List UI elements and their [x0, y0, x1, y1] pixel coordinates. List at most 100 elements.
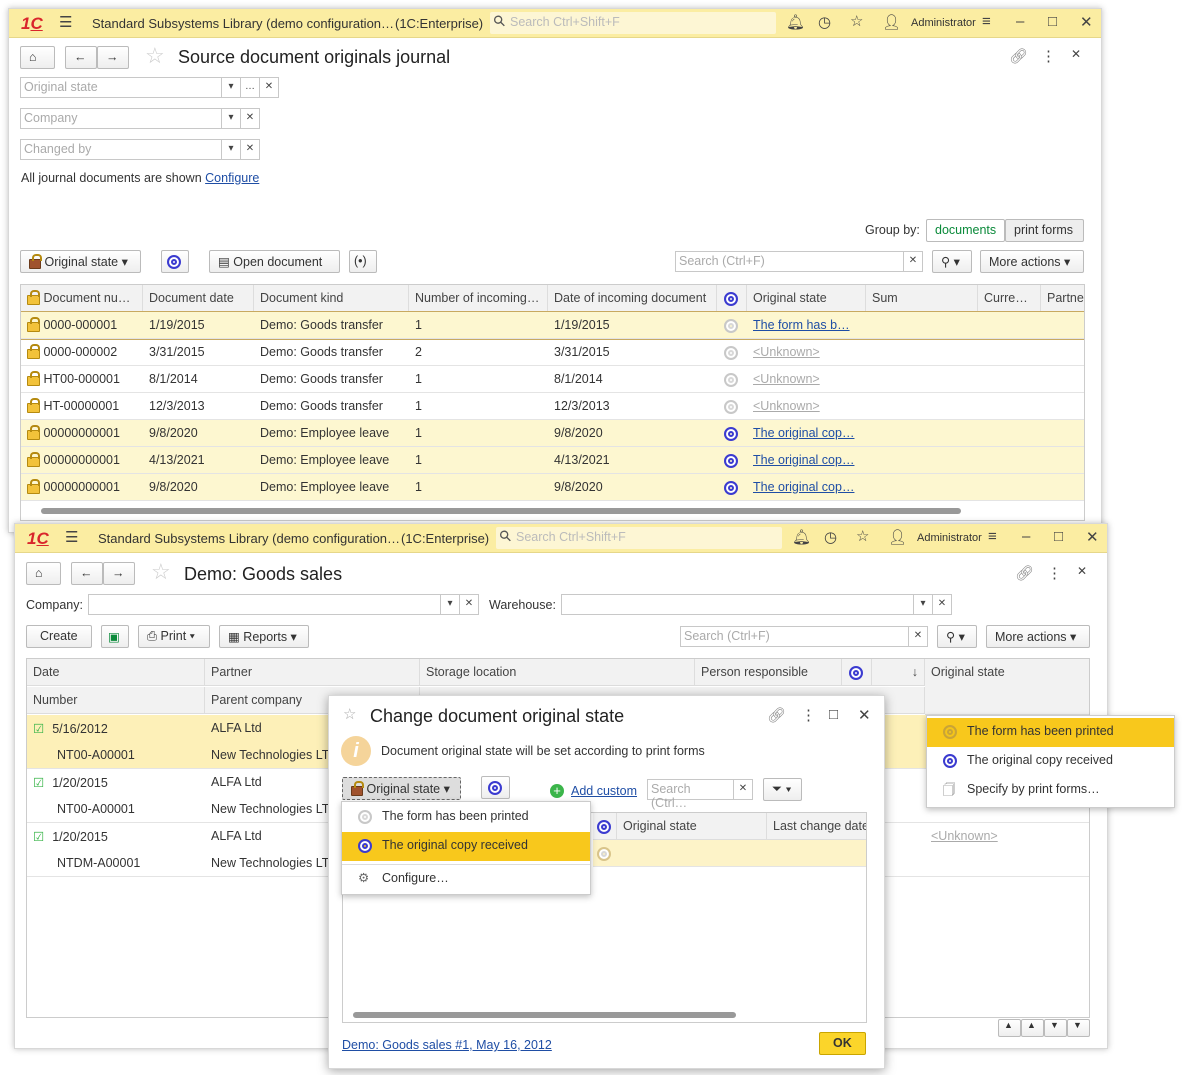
minimize-icon[interactable]: –: [1016, 13, 1024, 30]
original-state-filter[interactable]: Original state: [20, 77, 222, 98]
clear-search-button[interactable]: ✕: [903, 251, 923, 272]
search-input[interactable]: Search (Ctrl+F): [680, 626, 909, 647]
original-state-link[interactable]: The original cop…: [753, 426, 854, 440]
settings-icon[interactable]: ≡: [982, 13, 991, 30]
link-icon[interactable]: 🔗︎: [767, 706, 786, 724]
scan-button[interactable]: (•): [349, 250, 377, 273]
close-form-icon[interactable]: ✕: [1071, 47, 1081, 61]
dropdown-button[interactable]: ▾: [440, 594, 460, 615]
favorite-star-icon[interactable]: ☆: [343, 705, 356, 723]
column-header[interactable]: Number: [27, 687, 205, 714]
user-name[interactable]: Administrator: [911, 17, 976, 29]
clear-button[interactable]: ✕: [932, 594, 952, 615]
column-header[interactable]: Document date: [143, 285, 254, 312]
column-header-original-state[interactable]: Original state: [617, 813, 767, 840]
dialog-search-input[interactable]: Search (Ctrl…: [647, 779, 734, 810]
close-icon[interactable]: ✕: [858, 706, 871, 724]
original-state-link[interactable]: <Unknown>: [753, 399, 820, 413]
table-row[interactable]: 0000-000001 1/19/2015 Demo: Goods transfer…: [21, 311, 1084, 340]
column-header[interactable]: Original state: [925, 659, 1089, 715]
changed-by-filter[interactable]: Changed by: [20, 139, 222, 160]
search-button[interactable]: ⚲ ▾: [932, 250, 972, 273]
back-button[interactable]: ←: [71, 562, 103, 585]
table-row[interactable]: 0000-000002 3/31/2015 Demo: Goods transfer…: [21, 339, 1084, 366]
configure-link[interactable]: Configure: [205, 171, 259, 185]
menu-item[interactable]: The original copy received: [927, 747, 1174, 776]
search-input[interactable]: Search (Ctrl+F): [675, 251, 904, 272]
document-link[interactable]: Demo: Goods sales #1, May 16, 2012: [342, 1038, 552, 1052]
group-by-print-forms[interactable]: print forms: [1005, 219, 1084, 242]
table-row[interactable]: [593, 840, 866, 867]
home-button[interactable]: ⌂: [26, 562, 61, 585]
filter-button[interactable]: ⏷ ▾: [763, 778, 802, 801]
scroll-top-button[interactable]: ▲: [998, 1019, 1021, 1037]
table-row[interactable]: 00000000001 4/13/2021 Demo: Employee leave…: [21, 447, 1084, 474]
user-name[interactable]: Administrator: [917, 532, 982, 544]
link-icon[interactable]: 🔗︎: [1009, 47, 1028, 65]
original-state-link[interactable]: The form has b…: [753, 318, 850, 332]
close-icon[interactable]: ✕: [1086, 528, 1099, 546]
forward-button[interactable]: →: [103, 562, 135, 585]
forward-button[interactable]: →: [97, 46, 129, 69]
column-header[interactable]: ↓: [872, 659, 925, 686]
star-icon[interactable]: ☆: [856, 527, 869, 545]
original-state-link[interactable]: The original cop…: [753, 480, 854, 494]
scroll-down-button[interactable]: ▼: [1044, 1019, 1067, 1037]
column-header[interactable]: Person responsible: [695, 659, 842, 686]
home-button[interactable]: ⌂: [20, 46, 55, 69]
dropdown-button[interactable]: ▾: [221, 77, 241, 98]
received-state-button[interactable]: [481, 776, 510, 799]
search-button[interactable]: ⚲ ▾: [937, 625, 977, 648]
horizontal-scrollbar[interactable]: [353, 1012, 736, 1018]
company-filter[interactable]: Company: [20, 108, 222, 129]
history-icon[interactable]: ◷: [818, 13, 831, 31]
received-state-button[interactable]: [161, 250, 189, 273]
open-document-button[interactable]: ▤ Open document: [209, 250, 340, 273]
dropdown-button[interactable]: ▾: [913, 594, 933, 615]
column-header[interactable]: Storage location: [420, 659, 695, 686]
user-icon[interactable]: 👤︎: [888, 528, 907, 546]
favorite-star-icon[interactable]: ☆: [151, 559, 171, 585]
original-state-button[interactable]: Original state ▾: [20, 250, 141, 273]
dropdown-button[interactable]: ▾: [221, 139, 241, 160]
scroll-up-button[interactable]: ▲: [1021, 1019, 1044, 1037]
journal-table[interactable]: Document nu… Document date Document kind Nu…: [20, 284, 1085, 521]
menu-item[interactable]: The original copy received: [342, 832, 590, 861]
bell-icon[interactable]: 🔔︎: [792, 528, 811, 546]
table-row[interactable]: 00000000001 9/8/2020 Demo: Employee leave 1…: [21, 420, 1084, 447]
column-header[interactable]: [717, 285, 747, 312]
back-button[interactable]: ←: [65, 46, 97, 69]
clear-search-button[interactable]: ✕: [908, 626, 928, 647]
more-icon[interactable]: ⋮: [1041, 47, 1056, 65]
table-row[interactable]: HT-00000001 12/3/2013 Demo: Goods transfer…: [21, 393, 1084, 420]
column-header[interactable]: Date: [27, 659, 205, 686]
minimize-icon[interactable]: –: [1022, 528, 1030, 545]
column-header[interactable]: Document kind: [254, 285, 409, 312]
original-state-link[interactable]: <Unknown>: [753, 372, 820, 386]
close-icon[interactable]: ✕: [1080, 13, 1093, 31]
scroll-bottom-button[interactable]: ▼: [1067, 1019, 1090, 1037]
menu-item[interactable]: 🗍 Specify by print forms…: [927, 776, 1174, 805]
clear-button[interactable]: ✕: [459, 594, 479, 615]
link-icon[interactable]: 🔗︎: [1015, 564, 1034, 582]
menu-item[interactable]: The form has been printed: [342, 803, 590, 832]
dropdown-button[interactable]: ▾: [221, 108, 241, 129]
column-header-last-change-date[interactable]: Last change date: [767, 813, 866, 840]
add-custom-link[interactable]: Add custom: [571, 784, 637, 798]
settings-icon[interactable]: ≡: [988, 528, 997, 545]
column-header[interactable]: [842, 659, 872, 686]
column-header[interactable]: Partner: [205, 659, 420, 686]
create-button[interactable]: Create: [26, 625, 92, 648]
column-header[interactable]: Partne: [1041, 285, 1084, 312]
horizontal-scrollbar[interactable]: [41, 508, 961, 514]
global-search-input[interactable]: Search Ctrl+Shift+F: [496, 527, 782, 549]
column-header[interactable]: Document nu…: [21, 285, 143, 312]
history-icon[interactable]: ◷: [824, 528, 837, 546]
clear-button[interactable]: ✕: [240, 108, 260, 129]
column-header[interactable]: Number of incoming…: [409, 285, 548, 312]
clear-button[interactable]: ✕: [240, 139, 260, 160]
menu-item[interactable]: ⚙ Configure…: [342, 864, 590, 893]
maximize-icon[interactable]: □: [829, 706, 838, 723]
column-header[interactable]: Curre…: [978, 285, 1041, 312]
reports-button[interactable]: ▦ Reports ▾: [219, 625, 309, 648]
